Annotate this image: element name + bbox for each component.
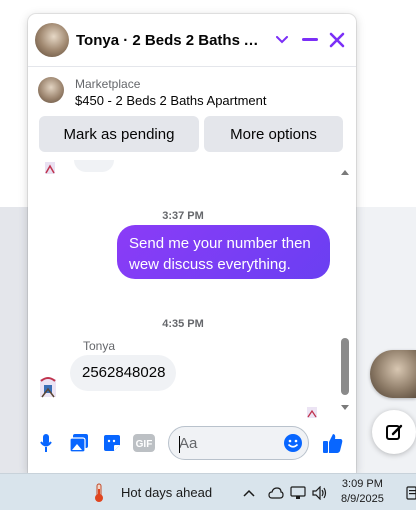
contact-mini-avatar [45, 162, 55, 174]
volume-button[interactable] [311, 484, 329, 502]
system-clock[interactable]: 3:09 PM 8/9/2025 [341, 477, 384, 507]
photo-icon [69, 434, 88, 453]
close-button[interactable] [323, 26, 351, 54]
send-like-button[interactable] [322, 432, 344, 454]
microphone-icon [40, 434, 52, 452]
scroll-down-arrow[interactable] [341, 405, 349, 410]
onedrive-button[interactable] [267, 484, 285, 502]
listing-title: $450 - 2 Beds 2 Baths Apartment [75, 93, 267, 108]
mark-as-pending-button[interactable]: Mark as pending [39, 116, 199, 152]
message-thread: 3:37 PM Send me your number then wew dis… [28, 160, 356, 418]
sticker-icon [104, 435, 120, 451]
show-hidden-icons-button[interactable] [240, 484, 258, 502]
minimize-button[interactable] [296, 26, 324, 54]
scroll-up-arrow[interactable] [341, 170, 349, 175]
emoji-button[interactable] [282, 432, 304, 454]
incoming-message[interactable]: 2562848028 [70, 355, 176, 391]
minimized-chat-avatar[interactable] [370, 350, 416, 398]
chevron-up-icon [243, 489, 255, 497]
chat-header: Tonya · 2 Beds 2 Baths Apartment [28, 14, 356, 67]
weather-widget[interactable]: Hot days ahead [121, 485, 212, 500]
outgoing-message[interactable]: Send me your number then wew discuss eve… [117, 225, 330, 279]
chat-options-button[interactable] [268, 26, 296, 54]
svg-text:GIF: GIF [136, 439, 153, 450]
page-background-left [0, 207, 28, 473]
emoji-icon [284, 434, 302, 452]
listing-thumbnail [38, 77, 64, 103]
chat-title[interactable]: Tonya · 2 Beds 2 Baths Apartment [76, 32, 268, 49]
marketplace-listing[interactable]: Marketplace $450 - 2 Beds 2 Baths Apartm… [28, 67, 356, 113]
chevron-down-icon [276, 36, 288, 44]
close-icon [329, 32, 345, 48]
timestamp-divider: 3:37 PM [162, 210, 204, 222]
voice-clip-button[interactable] [35, 432, 57, 454]
thread-scrollbar[interactable] [338, 170, 352, 411]
attach-photo-button[interactable] [68, 432, 90, 454]
network-button[interactable] [289, 484, 307, 502]
windows-taskbar: Hot days ahead 3:09 PM 8/9/2025 [0, 473, 416, 510]
clock-date: 8/9/2025 [341, 493, 384, 505]
chat-window: Tonya · 2 Beds 2 Baths Apartment Marketp… [28, 14, 356, 473]
more-options-button[interactable]: More options [204, 116, 343, 152]
read-receipt-avatar [307, 407, 317, 418]
timestamp-divider: 4:35 PM [162, 318, 204, 330]
notifications-icon[interactable] [406, 486, 416, 500]
new-message-button[interactable] [372, 410, 416, 454]
clock-time: 3:09 PM [341, 478, 383, 490]
text-cursor [179, 436, 180, 453]
sticker-button[interactable] [101, 432, 123, 454]
speaker-icon [312, 486, 327, 500]
previous-message-bubble [74, 160, 114, 172]
minimize-icon [302, 38, 318, 41]
contact-avatar[interactable] [35, 23, 69, 57]
message-composer: GIF [28, 422, 356, 462]
sender-name: Tonya [83, 339, 116, 353]
scroll-thumb[interactable] [341, 338, 349, 395]
gif-button[interactable]: GIF [132, 432, 156, 454]
thermometer-icon[interactable] [92, 483, 106, 503]
contact-mini-avatar[interactable] [37, 375, 59, 399]
cloud-icon [268, 487, 284, 499]
thumbs-up-icon [323, 434, 343, 453]
compose-icon [386, 424, 403, 440]
listing-label: Marketplace [75, 77, 141, 91]
network-icon [290, 486, 306, 499]
gif-icon: GIF [133, 434, 155, 452]
